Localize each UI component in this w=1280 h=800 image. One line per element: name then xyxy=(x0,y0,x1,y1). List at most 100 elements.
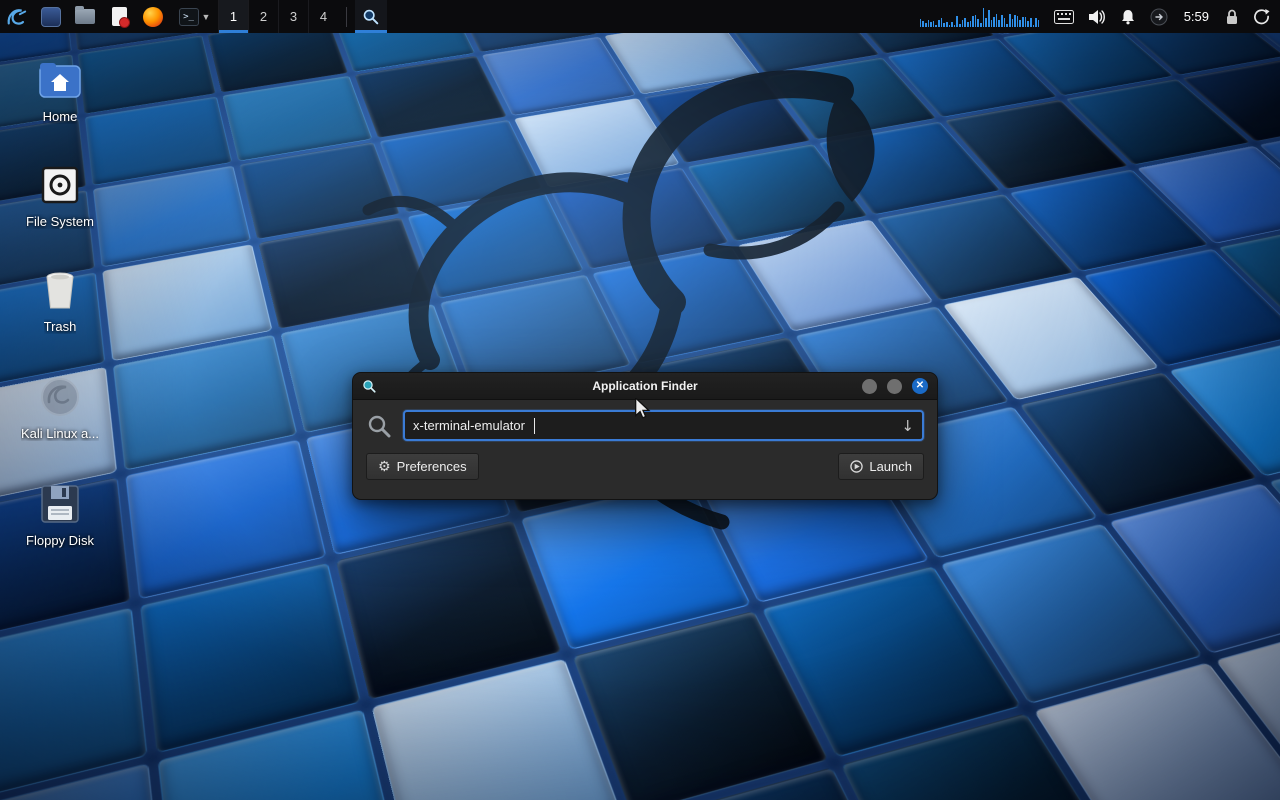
visualizer-bar xyxy=(946,22,948,27)
visualizer-bar xyxy=(1025,17,1027,27)
visualizer-bar xyxy=(935,25,937,27)
trash-icon xyxy=(38,268,82,312)
text-editor-launcher[interactable] xyxy=(102,0,136,33)
volume-icon[interactable] xyxy=(1088,9,1106,25)
visualizer-bar xyxy=(949,25,951,27)
search-icon xyxy=(362,8,380,26)
visualizer-bar xyxy=(1027,21,1029,27)
visualizer-bar xyxy=(991,20,993,27)
dropdown-arrow-icon[interactable]: ↓ xyxy=(901,417,914,435)
visualizer-bar xyxy=(943,23,945,27)
visualizer-bar xyxy=(972,16,974,27)
audio-visualizer xyxy=(920,7,1040,27)
launch-button[interactable]: Launch xyxy=(838,453,924,480)
visualizer-bar xyxy=(1022,17,1024,27)
terminal-launcher[interactable]: >_ ▼ xyxy=(170,0,218,33)
visualizer-bar xyxy=(996,14,998,27)
visualizer-bar xyxy=(1030,18,1032,27)
terminal-icon: >_ xyxy=(178,6,200,28)
gear-icon: ⚙ xyxy=(378,460,391,474)
visualizer-bar xyxy=(920,19,922,27)
visualizer-bar xyxy=(1001,15,1003,27)
visualizer-bar xyxy=(964,18,966,27)
visualizer-bar xyxy=(1033,25,1035,27)
launch-icon xyxy=(850,460,863,473)
visualizer-bar xyxy=(1004,18,1006,27)
desktop-icon-label: Trash xyxy=(44,319,77,334)
visualizer-bar xyxy=(938,20,940,27)
top-panel: >_ ▼ 1 2 3 4 xyxy=(0,0,1280,33)
file-system-drive-icon xyxy=(38,163,82,207)
folder-icon xyxy=(74,6,96,28)
close-button[interactable]: ✕ xyxy=(912,378,928,394)
visualizer-bar xyxy=(925,23,927,27)
notifications-bell-icon[interactable] xyxy=(1120,9,1136,25)
workspace-4[interactable]: 4 xyxy=(308,0,338,33)
minimize-button[interactable] xyxy=(862,379,877,394)
window-icon xyxy=(40,6,62,28)
text-cursor xyxy=(534,418,535,434)
workspace-1[interactable]: 1 xyxy=(218,0,248,33)
launch-button-label: Launch xyxy=(869,459,912,474)
desktop-icon-floppy[interactable]: Floppy Disk xyxy=(12,482,108,548)
status-circle-icon[interactable] xyxy=(1150,8,1168,26)
search-input-value: x-terminal-emulator xyxy=(413,418,525,433)
firefox-icon xyxy=(142,6,164,28)
visualizer-bar xyxy=(983,8,985,27)
desktop-icon-kali-installer[interactable]: Kali Linux a... xyxy=(12,375,108,441)
visualizer-bar xyxy=(922,21,924,27)
visualizer-bar xyxy=(993,17,995,27)
visualizer-bar xyxy=(1035,18,1037,27)
floppy-disk-icon xyxy=(38,482,82,526)
firefox-launcher[interactable] xyxy=(136,0,170,33)
application-finder-window: Application Finder ✕ x-terminal-emulator… xyxy=(352,372,938,500)
desktop-icon-label: Home xyxy=(43,109,78,124)
titlebar[interactable]: Application Finder ✕ xyxy=(353,373,937,400)
visualizer-bar xyxy=(959,24,961,27)
search-icon xyxy=(366,413,392,439)
desktop-icon-home[interactable]: Home xyxy=(12,58,108,124)
visualizer-bar xyxy=(951,22,953,27)
window-title: Application Finder xyxy=(353,379,937,393)
visualizer-bar xyxy=(1017,16,1019,27)
visualizer-bar xyxy=(975,15,977,27)
lock-icon[interactable] xyxy=(1225,9,1239,25)
search-input[interactable]: x-terminal-emulator ↓ xyxy=(403,410,924,441)
files-launcher[interactable] xyxy=(34,0,68,33)
visualizer-bar xyxy=(967,22,969,27)
chevron-down-icon[interactable]: ▼ xyxy=(202,12,211,22)
file-manager-launcher[interactable] xyxy=(68,0,102,33)
workspace-2[interactable]: 2 xyxy=(248,0,278,33)
visualizer-bar xyxy=(930,22,932,27)
kali-logo-icon xyxy=(6,6,28,28)
visualizer-bar xyxy=(980,23,982,27)
desktop-icon-file-system[interactable]: File System xyxy=(12,163,108,229)
visualizer-bar xyxy=(1014,15,1016,27)
visualizer-bar xyxy=(956,16,958,27)
clock[interactable]: 5:59 xyxy=(1182,9,1211,24)
workspace-3[interactable]: 3 xyxy=(278,0,308,33)
app-finder-taskbar-button[interactable] xyxy=(355,0,387,33)
visualizer-bar xyxy=(1038,20,1040,27)
panel-separator xyxy=(346,7,347,27)
visualizer-bar xyxy=(954,25,956,27)
kali-menu-button[interactable] xyxy=(0,0,34,33)
preferences-button-label: Preferences xyxy=(397,459,467,474)
visualizer-bar xyxy=(1009,14,1011,27)
maximize-button[interactable] xyxy=(887,379,902,394)
desktop-icon-label: Kali Linux a... xyxy=(21,426,99,441)
visualizer-bar xyxy=(977,19,979,27)
home-folder-icon xyxy=(38,58,82,102)
visualizer-bar xyxy=(933,21,935,27)
logout-icon[interactable] xyxy=(1253,8,1270,25)
preferences-button[interactable]: ⚙ Preferences xyxy=(366,453,479,480)
visualizer-bar xyxy=(1006,24,1008,27)
visualizer-bar xyxy=(1019,20,1021,27)
desktop-icon-trash[interactable]: Trash xyxy=(12,268,108,334)
visualizer-bar xyxy=(1012,19,1014,27)
visualizer-bar xyxy=(941,18,943,27)
visualizer-bar xyxy=(988,10,990,27)
visualizer-bar xyxy=(962,20,964,27)
desktop-icon-label: Floppy Disk xyxy=(26,533,94,548)
keyboard-icon[interactable] xyxy=(1054,10,1074,24)
